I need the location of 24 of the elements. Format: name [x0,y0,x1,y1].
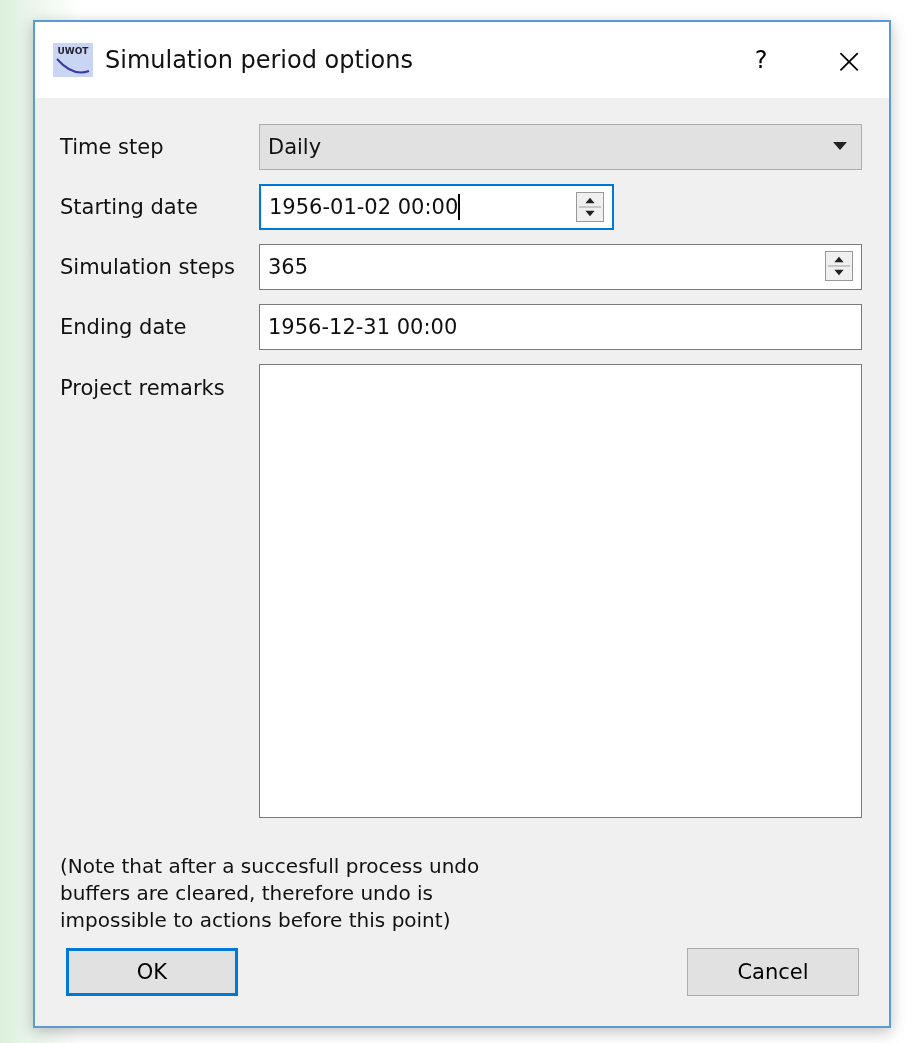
cancel-button[interactable]: Cancel [687,948,859,996]
field-label: Project remarks [60,375,226,400]
help-button[interactable]: ? [731,46,791,74]
number-spin-field[interactable]: 365 [259,244,862,290]
dropdown-arrow-icon [833,142,847,150]
field-value: 365 [268,255,309,279]
text-cursor [458,194,461,220]
date-spin-field[interactable]: 1956-01-02 00:00 [259,184,614,230]
field-value: 1956-12-31 00:00 [268,315,458,339]
dropdown[interactable]: Daily [259,124,862,170]
note-text: (Note that after a succesfull process undo buffers are cleared, therefore undo is impossible to actions before this point) [60,853,481,934]
field-label: Ending date [60,315,188,339]
spin-arrows-icon[interactable] [825,251,853,281]
field-value: 1956-01-02 00:00 [269,195,459,219]
spin-arrows-icon[interactable] [576,192,604,222]
window-title: Simulation period options [105,46,414,74]
date-field[interactable]: 1956-12-31 00:00 [259,304,862,350]
field-label: Time step [60,135,165,159]
field-label: Simulation steps [60,255,236,279]
field-value: Daily [268,135,322,159]
app-logo-icon: UWOT [53,43,93,77]
ok-button[interactable]: OK [66,948,238,996]
field-label: Starting date [60,195,199,219]
close-button[interactable]: × [829,39,869,81]
